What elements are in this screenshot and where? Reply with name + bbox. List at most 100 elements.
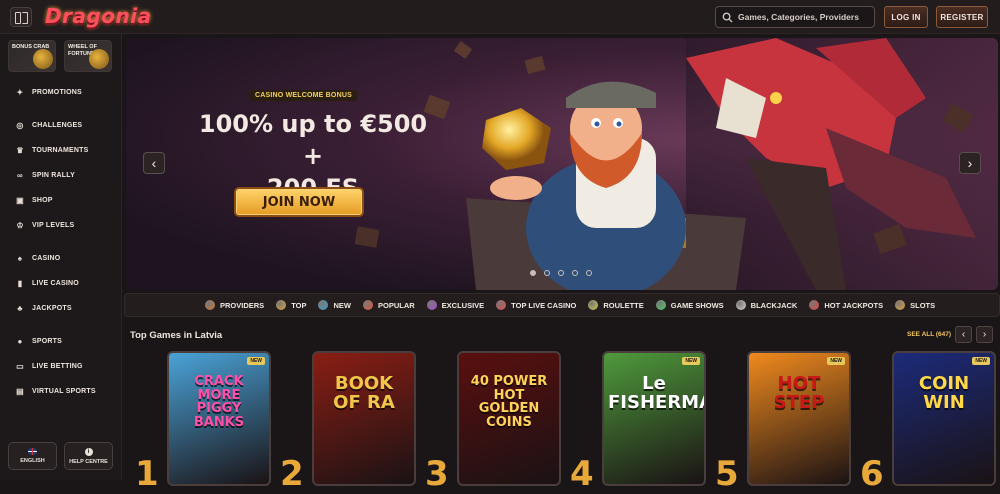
games-next-button[interactable]: › xyxy=(976,326,993,343)
category-icon xyxy=(496,300,507,310)
game-rank: 3 xyxy=(425,454,449,494)
sidebar-item-label: CHALLENGES xyxy=(32,122,83,129)
slider-dot[interactable] xyxy=(530,270,536,276)
sidebar-item-vip-levels[interactable]: ♔ VIP LEVELS xyxy=(0,213,121,238)
category-label: PROVIDERS xyxy=(220,300,265,310)
game-thumbnail[interactable]: HOT STEP NEW xyxy=(747,351,851,486)
game-thumbnail[interactable]: Le FISHERMAN NEW xyxy=(602,351,706,486)
bonus-crab-tile[interactable]: BONUS CRAB xyxy=(8,40,56,72)
sidebar-item-shop[interactable]: ▣ SHOP xyxy=(0,188,121,213)
sidebar-item-label: SPIN RALLY xyxy=(32,172,75,179)
game-thumbnail[interactable]: 40 POWER HOT GOLDEN COINS xyxy=(457,351,561,486)
game-title: 40 POWER HOT GOLDEN COINS xyxy=(470,374,548,430)
hero-banner[interactable]: CASINO WELCOME BONUS 100% up to €500 + 2… xyxy=(126,38,998,290)
sidebar-item-jackpots[interactable]: ♣ JACKPOTS xyxy=(0,296,121,321)
gift-icon: ✦ xyxy=(16,88,24,97)
logo[interactable]: Dragonia xyxy=(45,4,152,28)
live-icon: ▮ xyxy=(17,279,23,288)
sidebar-item-virtual-sports[interactable]: ▤ VIRTUAL SPORTS xyxy=(0,379,121,404)
category-bar: PROVIDERS TOP NEW POPULAR EXCLUSIVE TOP LIVE … xyxy=(124,293,1000,317)
category-blackjack[interactable]: BLACKJACK xyxy=(735,300,798,310)
sidebar-item-label: LIVE BETTING xyxy=(32,363,83,370)
category-slots[interactable]: SLOTS xyxy=(895,300,935,310)
see-all-link[interactable]: SEE ALL (647) xyxy=(907,331,951,338)
sidebar-item-live-betting[interactable]: ▭ LIVE BETTING xyxy=(0,354,121,379)
uk-flag-icon xyxy=(28,448,37,455)
sidebar-toggle-button[interactable] xyxy=(10,7,32,27)
category-label: TOP xyxy=(291,300,307,310)
login-button[interactable]: LOG IN xyxy=(884,6,928,28)
slider-dot[interactable] xyxy=(558,270,564,276)
game-tile[interactable]: 3 40 POWER HOT GOLDEN COINS xyxy=(425,351,561,494)
slider-dots xyxy=(530,270,592,276)
game-title: HOT STEP xyxy=(773,373,825,413)
slider-prev-button[interactable]: ‹ xyxy=(143,152,165,174)
wheel-of-fortune-tile[interactable]: WHEEL OF FORTUNE xyxy=(64,40,112,72)
category-icon xyxy=(426,300,437,310)
slider-dot[interactable] xyxy=(572,270,578,276)
sidebar-item-label: JACKPOTS xyxy=(32,305,72,312)
help-centre-button[interactable]: i HELP CENTRE xyxy=(64,442,113,470)
sidebar-item-casino[interactable]: ♠ CASINO xyxy=(0,246,121,271)
game-thumbnail[interactable]: BOOK OF RA xyxy=(312,351,416,486)
slider-dot[interactable] xyxy=(586,270,592,276)
category-icon xyxy=(362,300,373,310)
category-icon xyxy=(655,300,666,310)
game-tile[interactable]: 4 Le FISHERMAN NEW xyxy=(570,351,706,494)
game-tile[interactable]: 2 BOOK OF RA xyxy=(280,351,416,494)
game-thumbnail[interactable]: CRACK MORE PIGGY BANKS NEW xyxy=(167,351,271,486)
category-icon xyxy=(276,300,287,310)
sidebar-item-spin-rally[interactable]: ∞ SPIN RALLY xyxy=(0,163,121,188)
chevron-left-icon: ‹ xyxy=(151,155,157,171)
hero-badge: CASINO WELCOME BONUS xyxy=(250,90,357,101)
category-new[interactable]: NEW xyxy=(318,300,351,310)
category-providers[interactable]: PROVIDERS xyxy=(205,300,264,310)
trophy-icon: ♛ xyxy=(16,146,24,155)
game-tile[interactable]: 6 COIN WIN NEW xyxy=(860,351,996,494)
slider-next-button[interactable]: › xyxy=(959,152,981,174)
cards-icon: ♠ xyxy=(17,254,23,263)
join-now-button[interactable]: JOIN NOW xyxy=(234,187,364,217)
category-label: ROULETTE xyxy=(603,300,644,310)
category-top[interactable]: TOP xyxy=(276,300,306,310)
hero-title-line1: 100% up to €500 + xyxy=(198,110,428,170)
category-exclusive[interactable]: EXCLUSIVE xyxy=(426,300,484,310)
new-badge: NEW xyxy=(682,357,700,365)
search-icon xyxy=(722,12,733,23)
game-rank: 5 xyxy=(715,454,739,494)
category-roulette[interactable]: ROULETTE xyxy=(588,300,644,310)
sidebar-item-label: SHOP xyxy=(32,197,53,204)
game-tile[interactable]: 1 CRACK MORE PIGGY BANKS NEW xyxy=(135,351,271,494)
register-button[interactable]: REGISTER xyxy=(936,6,988,28)
game-thumbnail[interactable]: COIN WIN NEW xyxy=(892,351,996,486)
category-top-live-casino[interactable]: TOP LIVE CASINO xyxy=(496,300,576,310)
monitor-icon: ▤ xyxy=(16,387,24,396)
category-label: BLACKJACK xyxy=(750,300,798,310)
sidebar-item-label: PROMOTIONS xyxy=(32,89,82,96)
category-popular[interactable]: POPULAR xyxy=(362,300,415,310)
language-button[interactable]: ENGLISH xyxy=(8,442,57,470)
sidebar-item-challenges[interactable]: ◎ CHALLENGES xyxy=(0,113,121,138)
category-label: TOP LIVE CASINO xyxy=(511,300,577,310)
crab-icon xyxy=(33,49,53,69)
search-input[interactable] xyxy=(738,12,868,22)
slider-dot[interactable] xyxy=(544,270,550,276)
games-prev-button[interactable]: ‹ xyxy=(955,326,972,343)
search-box[interactable] xyxy=(715,6,875,28)
sidebar-item-sports[interactable]: ● SPORTS xyxy=(0,329,121,354)
category-label: GAME SHOWS xyxy=(670,300,724,310)
sidebar-item-promotions[interactable]: ✦ PROMOTIONS xyxy=(0,80,121,105)
crown-icon: ♔ xyxy=(16,221,24,230)
game-title: COIN WIN xyxy=(918,373,970,413)
sidebar-item-tournaments[interactable]: ♛ TOURNAMENTS xyxy=(0,138,121,163)
category-hot-jackpots[interactable]: HOT JACKPOTS xyxy=(809,300,883,310)
help-label: HELP CENTRE xyxy=(69,458,108,465)
game-rank: 6 xyxy=(860,454,884,494)
tv-icon: ▭ xyxy=(16,362,24,371)
game-tile[interactable]: 5 HOT STEP NEW xyxy=(715,351,851,494)
chevron-right-icon: › xyxy=(967,155,973,171)
category-game-shows[interactable]: GAME SHOWS xyxy=(655,300,724,310)
sidebar-item-live-casino[interactable]: ▮ LIVE CASINO xyxy=(0,271,121,296)
category-icon xyxy=(735,300,746,310)
infinity-icon: ∞ xyxy=(17,171,23,180)
